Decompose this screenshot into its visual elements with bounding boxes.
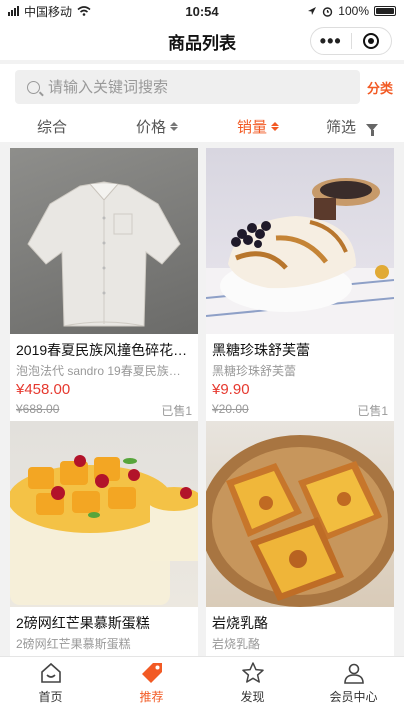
tab-recommend[interactable]: 推荐 — [101, 657, 202, 709]
sort-arrows-icon — [170, 122, 179, 131]
sort-composite-label: 综合 — [37, 119, 68, 136]
nav-bar: 商品列表 ••• — [0, 22, 404, 60]
product-sold-count: 已售1 — [357, 404, 388, 418]
filter-icon — [366, 124, 379, 136]
battery-icon — [374, 6, 396, 16]
battery-percent: 100% — [338, 4, 369, 18]
tab-discover-label: 发现 — [240, 690, 265, 704]
product-title: 2019春夏民族风撞色碎花… — [16, 342, 188, 358]
tab-discover[interactable]: 发现 — [202, 657, 303, 709]
close-mini-program-button[interactable] — [352, 33, 392, 49]
star-icon — [241, 662, 264, 683]
sort-sales-label: 销量 — [237, 119, 268, 136]
tab-home[interactable]: 首页 — [0, 657, 101, 709]
search-input[interactable] — [46, 77, 330, 97]
product-image-cheese-toast — [206, 421, 394, 607]
close-circle-icon — [363, 33, 380, 49]
sort-composite[interactable]: 综合 — [37, 116, 67, 137]
product-title: 黑糖珍珠舒芙蕾 — [212, 342, 310, 358]
product-original-price: ¥20.00 — [212, 402, 249, 416]
sort-price[interactable]: 价格 — [136, 116, 179, 137]
tab-recommend-label: 推荐 — [139, 690, 164, 704]
product-card[interactable]: 2磅网红芒果慕斯蛋糕 2磅网红芒果慕斯蛋糕 ¥00.00 — [10, 421, 198, 671]
product-image-souffle — [206, 148, 394, 334]
sort-arrows-icon — [271, 122, 280, 131]
search-icon — [27, 80, 40, 94]
status-time: 10:54 — [185, 3, 219, 19]
mini-program-capsule: ••• — [310, 27, 392, 55]
tab-bar: 首页 推荐 发现 会员中心 — [0, 656, 404, 709]
category-button[interactable]: 分类 — [367, 78, 393, 97]
product-title: 岩烧乳酪 — [212, 615, 268, 631]
home-icon — [40, 662, 61, 683]
search-row: 分类 — [0, 64, 404, 110]
alarm-icon — [323, 6, 333, 17]
product-subtitle: 黑糖珍珠舒芙蕾 — [212, 364, 297, 378]
location-icon — [308, 7, 317, 15]
search-box[interactable] — [15, 70, 360, 104]
sort-price-label: 价格 — [136, 119, 167, 136]
wifi-icon — [77, 6, 91, 16]
sort-filter-label: 筛选 — [326, 119, 357, 136]
product-original-price: ¥688.00 — [16, 402, 60, 416]
product-subtitle: 2磅网红芒果慕斯蛋糕 — [16, 637, 131, 651]
product-subtitle: 泡泡法代 sandro 19春夏民族… — [16, 364, 181, 378]
product-sold-count: 已售1 — [161, 404, 192, 418]
tab-home-label: 首页 — [38, 690, 63, 704]
product-subtitle: 岩烧乳酪 — [212, 637, 261, 651]
product-price: ¥9.90 — [212, 381, 250, 398]
signal-icon — [8, 6, 19, 16]
product-card[interactable]: 黑糖珍珠舒芙蕾 黑糖珍珠舒芙蕾 ¥9.90 ¥20.00 已售1 — [206, 148, 394, 425]
sort-sales[interactable]: 销量 — [237, 116, 280, 137]
sort-bar: 综合 价格 销量 筛选 — [0, 110, 404, 142]
sort-filter[interactable]: 筛选 — [326, 116, 379, 137]
tab-member[interactable]: 会员中心 — [303, 657, 404, 709]
product-card[interactable]: 2019春夏民族风撞色碎花… 泡泡法代 sandro 19春夏民族… ¥458.… — [10, 148, 198, 425]
tab-member-label: 会员中心 — [329, 690, 378, 704]
product-price: ¥458.00 — [16, 381, 71, 398]
product-image-shirt — [10, 148, 198, 334]
product-image-mango-cake — [10, 421, 198, 607]
product-card[interactable]: 岩烧乳酪 岩烧乳酪 ¥9.90 — [206, 421, 394, 671]
user-icon — [343, 663, 364, 684]
product-title: 2磅网红芒果慕斯蛋糕 — [16, 615, 150, 631]
tag-icon — [141, 663, 162, 683]
more-icon[interactable]: ••• — [311, 32, 351, 50]
status-bar: 中国移动 10:54 100% — [0, 0, 404, 22]
carrier-label: 中国移动 — [24, 4, 73, 19]
page-title: 商品列表 — [168, 33, 236, 53]
